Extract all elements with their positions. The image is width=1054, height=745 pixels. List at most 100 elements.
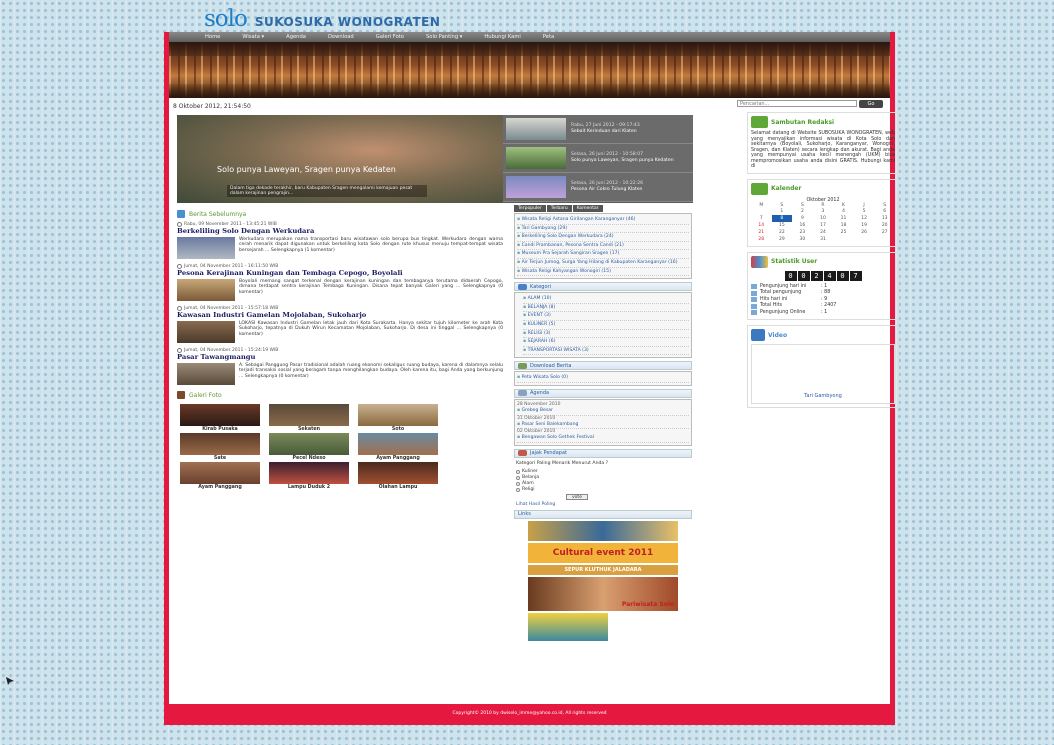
gallery-item[interactable]: Ayam Panggang <box>355 433 441 461</box>
calendar-date[interactable]: 25 <box>833 229 854 236</box>
category-item[interactable]: RELIGI (3) <box>523 330 689 339</box>
post-thumbnail[interactable] <box>177 363 235 385</box>
calendar-date[interactable]: 23 <box>792 229 813 236</box>
nav-item-galeri[interactable]: Galeri Foto <box>376 34 404 40</box>
link-banner[interactable] <box>528 612 608 641</box>
nav-item-download[interactable]: Download <box>328 34 354 40</box>
link-banner[interactable]: Cultural event 2011 <box>528 542 678 563</box>
post-title[interactable]: Pasar Tawangmangu <box>177 354 503 361</box>
calendar-date[interactable]: 13 <box>874 215 895 222</box>
gallery-item[interactable]: Sate <box>177 433 263 461</box>
search-button[interactable]: Go <box>859 100 883 108</box>
calendar-date[interactable]: 14 <box>751 222 772 229</box>
nav-item-home[interactable]: Home <box>205 34 220 40</box>
calendar-date[interactable] <box>833 236 854 243</box>
vote-button[interactable]: vote <box>566 493 588 500</box>
gallery-photo[interactable] <box>180 433 260 455</box>
post-title[interactable]: Berkeliling Solo Dengan Werkudara <box>177 228 503 235</box>
tab-terbaru[interactable]: Terbaru <box>546 205 572 212</box>
gallery-photo[interactable] <box>358 433 438 455</box>
calendar-date[interactable]: 15 <box>772 222 793 229</box>
link-banner[interactable]: Pariwisata Solo <box>528 576 678 611</box>
post-thumbnail[interactable] <box>177 279 235 301</box>
nav-item-agenda[interactable]: Agenda <box>286 34 306 40</box>
calendar-date[interactable]: 29 <box>772 236 793 243</box>
calendar-date[interactable]: 28 <box>751 236 772 243</box>
popular-item[interactable]: Tari Gambyong (29) <box>517 225 689 234</box>
search-input[interactable] <box>737 100 857 107</box>
gallery-item[interactable]: Olahan Lampu <box>355 462 441 490</box>
calendar-date[interactable] <box>751 208 772 215</box>
calendar-date[interactable]: 30 <box>792 236 813 243</box>
calendar-date[interactable]: 4 <box>833 208 854 215</box>
nav-item-solo-panting[interactable]: Solo Panting ▾ <box>426 34 462 40</box>
calendar-date[interactable]: 27 <box>874 229 895 236</box>
category-item[interactable]: ALAM (10) <box>523 295 689 304</box>
calendar-date[interactable]: 26 <box>854 229 875 236</box>
poll-result-link[interactable]: Lihat Hasil Poling <box>516 502 690 508</box>
gallery-photo[interactable] <box>269 433 349 455</box>
popular-item[interactable]: Wisata Religi Kahyangan Wonogiri (15) <box>517 268 689 277</box>
category-item[interactable]: EVENT (3) <box>523 312 689 321</box>
download-item[interactable]: Peta Wisata Solo (0) <box>517 374 689 383</box>
nav-item-hubungi[interactable]: Hubungi Kami <box>484 34 520 40</box>
post-title[interactable]: Pesona Kerajinan Kuningan dan Tembaga Ce… <box>177 270 503 277</box>
radio-button[interactable] <box>516 469 520 474</box>
link-banner[interactable] <box>528 520 678 541</box>
gallery-photo[interactable] <box>269 404 349 426</box>
video-caption[interactable]: Tari Gambyong <box>804 393 842 399</box>
gallery-item[interactable]: Lampu Duduk 2 <box>266 462 352 490</box>
radio-button[interactable] <box>516 481 520 486</box>
calendar-date[interactable]: 10 <box>813 215 834 222</box>
slider-main-image[interactable]: Solo punya Laweyan, Sragen punya Kedaten… <box>177 115 503 203</box>
calendar-date[interactable]: 20 <box>874 222 895 229</box>
calendar-date[interactable]: 22 <box>772 229 793 236</box>
gallery-photo[interactable] <box>180 404 260 426</box>
slider-item[interactable]: Selasa, 26 Juni 2012 - 10:22:26 Pesona Ai… <box>503 173 693 202</box>
calendar-date[interactable]: 3 <box>813 208 834 215</box>
popular-item[interactable]: Air Terjun Jumog, Surga Yang Hilang di K… <box>517 259 689 268</box>
nav-item-peta[interactable]: Peta <box>543 34 554 40</box>
calendar-date[interactable]: 6 <box>874 208 895 215</box>
poll-option[interactable]: Religi <box>516 487 690 493</box>
tab-komentar[interactable]: Komentar <box>572 205 603 212</box>
video-player[interactable]: Tari Gambyong <box>751 344 895 404</box>
calendar-date[interactable]: 1 <box>772 208 793 215</box>
calendar-date[interactable]: 19 <box>854 222 875 229</box>
calendar-date[interactable] <box>854 236 875 243</box>
calendar-date[interactable]: 16 <box>792 222 813 229</box>
popular-item[interactable]: Wisata Religi Astana Girilangan Karangan… <box>517 216 689 225</box>
popular-item[interactable]: Candi Prambanan, Pesona Sentra Candi (21… <box>517 242 689 251</box>
calendar-date[interactable]: 31 <box>813 236 834 243</box>
gallery-photo[interactable] <box>269 462 349 484</box>
calendar-date[interactable]: 18 <box>833 222 854 229</box>
calendar-date[interactable]: 21 <box>751 229 772 236</box>
post-thumbnail[interactable] <box>177 321 235 343</box>
site-logo[interactable]: solo SUKOSUKA WONOGRATEN <box>204 8 440 31</box>
gallery-photo[interactable] <box>180 462 260 484</box>
agenda-item[interactable]: Bengawan Solo Gethek Festival <box>517 434 689 443</box>
popular-item[interactable]: Museum Pra Sejarah Sangiran Sragen (17) <box>517 250 689 259</box>
gallery-photo[interactable] <box>358 462 438 484</box>
slider-item[interactable]: Selasa, 26 Juni 2012 - 10:58:07 Solo puny… <box>503 144 693 173</box>
post-thumbnail[interactable] <box>177 237 235 259</box>
calendar-date[interactable]: 9 <box>792 215 813 222</box>
link-banner[interactable]: SEPUR KLUTHUK JALADARA <box>528 564 678 575</box>
gallery-photo[interactable] <box>358 404 438 426</box>
gallery-item[interactable]: Sekaten <box>266 404 352 432</box>
agenda-item[interactable]: Pasar Seni Balekambang <box>517 421 689 430</box>
radio-button[interactable] <box>516 475 520 480</box>
nav-item-wisata[interactable]: Wisata ▾ <box>242 34 264 40</box>
agenda-item[interactable]: Grebeg Besar <box>517 407 689 416</box>
calendar-date[interactable]: 11 <box>833 215 854 222</box>
calendar-date[interactable]: 7 <box>751 215 772 222</box>
calendar-date[interactable]: 5 <box>854 208 875 215</box>
category-item[interactable]: TRANSPORTASI WISATA (3) <box>523 347 689 356</box>
calendar-date[interactable] <box>874 236 895 243</box>
gallery-item[interactable]: Ayam Panggang <box>177 462 263 490</box>
gallery-item[interactable]: Soto <box>355 404 441 432</box>
category-item[interactable]: SEJARAH (6) <box>523 338 689 347</box>
category-item[interactable]: BELANJA (8) <box>523 304 689 313</box>
tab-terpopuler[interactable]: Terpopuler <box>514 205 546 212</box>
popular-item[interactable]: Berkeliling Solo Dengan Werkudara (24) <box>517 233 689 242</box>
